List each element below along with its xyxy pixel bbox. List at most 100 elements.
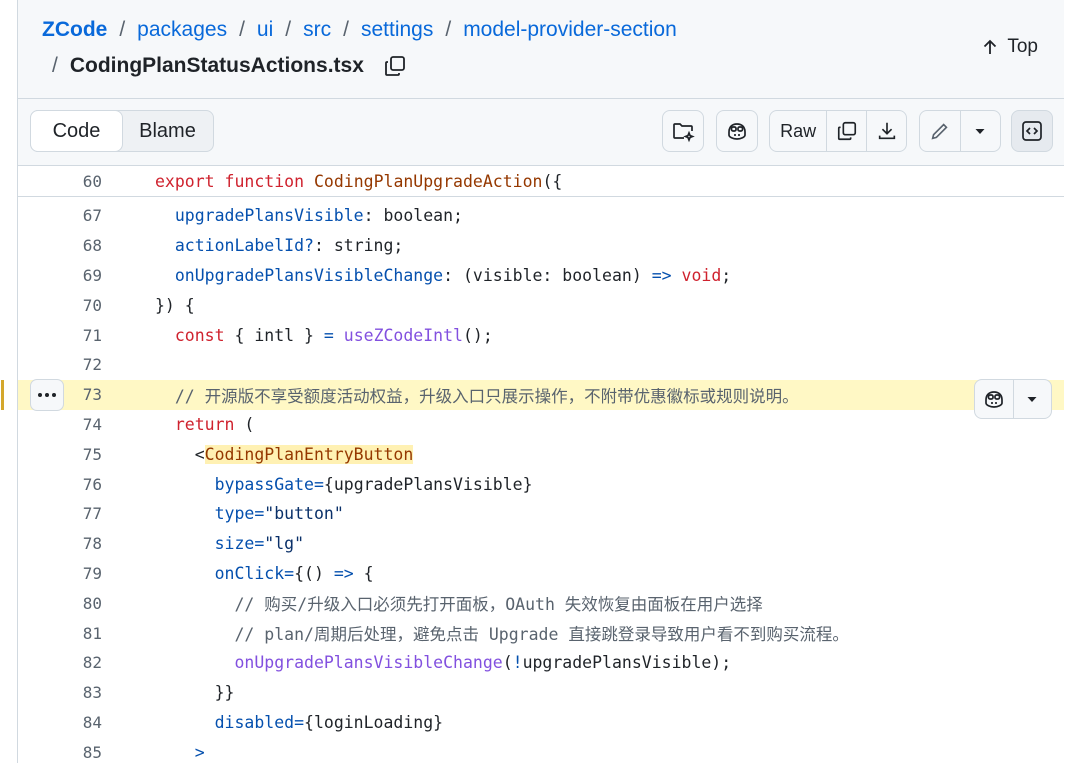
code-token: : boolean; xyxy=(363,206,463,226)
code-token: { intl } xyxy=(224,325,324,345)
code-text: disabled={loginLoading} xyxy=(155,712,444,732)
line-number[interactable]: 83 xyxy=(60,683,102,702)
code-token: > xyxy=(155,742,205,762)
code-token: {upgradePlansVisible} xyxy=(323,474,533,494)
code-token: {() xyxy=(294,563,334,583)
code-token: void xyxy=(671,265,722,285)
code-text: onUpgradePlansVisibleChange: (visible: b… xyxy=(155,266,731,285)
top-link-label: Top xyxy=(1007,36,1038,57)
line-number[interactable]: 60 xyxy=(60,172,102,191)
breadcrumb-separator: / xyxy=(52,54,58,77)
code-token: CodingPlanEntryButton xyxy=(204,444,414,464)
line-number[interactable]: 68 xyxy=(60,236,102,255)
breadcrumb-settings[interactable]: settings xyxy=(361,18,433,41)
line-number[interactable]: 82 xyxy=(60,653,102,672)
line-number[interactable]: 74 xyxy=(60,415,102,434)
copy-raw-button[interactable] xyxy=(827,111,868,151)
code-line: 78 size="lg" xyxy=(18,529,1064,559)
tab-blame[interactable]: Blame xyxy=(122,111,213,151)
raw-button-label: Raw xyxy=(780,120,817,141)
code-token: upgradePlansVisible xyxy=(155,206,364,226)
code-token: ( xyxy=(502,653,513,673)
code-token: // 开源版不享受额度活动权益，升级入口只展示操作，不附带优惠徽标或规则说明。 xyxy=(155,386,799,406)
code-line: 84 disabled={loginLoading} xyxy=(18,708,1064,738)
code-text: <CodingPlanEntryButton xyxy=(155,444,414,464)
code-line: 68 actionLabelId?: string; xyxy=(18,231,1064,261)
symbols-button[interactable] xyxy=(662,110,704,152)
kebab-horizontal-icon xyxy=(38,392,56,397)
breadcrumb: ZCode / packages / ui / src / settings / model-pro… xyxy=(42,16,677,44)
breadcrumb-src[interactable]: src xyxy=(303,18,331,41)
code-token: "lg" xyxy=(264,534,305,554)
raw-button[interactable]: Raw xyxy=(770,111,828,151)
line-number[interactable]: 81 xyxy=(60,624,102,643)
copy-path-button[interactable] xyxy=(382,53,408,79)
caret-down-icon xyxy=(975,129,985,134)
copilot-icon xyxy=(984,390,1003,408)
line-number[interactable]: 75 xyxy=(60,445,102,464)
breadcrumb-ui[interactable]: ui xyxy=(257,18,273,41)
code-token: ({ xyxy=(542,171,563,191)
line-number[interactable]: 69 xyxy=(60,266,102,285)
code-token: bypassGate xyxy=(155,474,314,494)
code-line: 77 type="button" xyxy=(18,499,1064,529)
line-number[interactable]: 78 xyxy=(60,534,102,553)
line-number[interactable]: 72 xyxy=(60,355,102,374)
edit-dropdown-button[interactable] xyxy=(961,111,1001,151)
code-token: disabled xyxy=(155,712,295,732)
breadcrumb-separator: / xyxy=(239,18,245,41)
breadcrumb-separator: / xyxy=(285,18,292,41)
code-text: // 开源版不享受额度活动权益，升级入口只展示操作，不附带优惠徽标或规则说明。 xyxy=(155,383,799,407)
code-token: return xyxy=(155,414,235,434)
code-token: ( xyxy=(234,414,255,434)
code-token: < xyxy=(155,444,205,464)
code-token: = xyxy=(323,325,334,345)
line-number[interactable]: 73 xyxy=(60,385,102,404)
code-line: 70 }) { xyxy=(18,290,1064,320)
symbols-panel-toggle[interactable] xyxy=(1011,110,1053,152)
code-token: onClick xyxy=(155,563,285,583)
code-token: "button" xyxy=(264,504,344,524)
line-number[interactable]: 76 xyxy=(60,475,102,494)
code-line: 75 <CodingPlanEntryButton xyxy=(18,439,1064,469)
code-line: 67 upgradePlansVisible: boolean; xyxy=(18,201,1064,231)
breadcrumb-repo[interactable]: ZCode xyxy=(42,18,107,41)
download-button[interactable] xyxy=(867,111,906,151)
line-number[interactable]: 85 xyxy=(60,743,102,762)
code-text: onClick={() => { xyxy=(155,564,374,583)
caret-down-icon xyxy=(1027,396,1037,402)
copilot-button[interactable] xyxy=(716,110,758,152)
breadcrumb-model-provider-section[interactable]: model-provider-section xyxy=(463,18,677,41)
tab-code[interactable]: Code xyxy=(30,110,123,152)
breadcrumb-packages[interactable]: packages xyxy=(137,18,227,41)
top-link[interactable]: Top xyxy=(981,36,1038,58)
code-token: function xyxy=(224,171,305,191)
pencil-icon xyxy=(931,123,948,140)
code-text: return ( xyxy=(155,414,255,434)
code-text: actionLabelId?: string; xyxy=(155,236,404,255)
code-line: 83 }} xyxy=(18,678,1064,708)
line-number[interactable]: 67 xyxy=(60,206,102,225)
code-token: export xyxy=(155,171,215,191)
code-token: }} xyxy=(155,683,235,703)
code-token: type xyxy=(155,504,255,524)
code-text: // 购买/升级入口必须先打开面板，OAuth 失效恢复由面板在用户选择 xyxy=(155,591,763,615)
line-number[interactable]: 70 xyxy=(60,296,102,315)
line-number[interactable]: 71 xyxy=(60,326,102,345)
line-options-button[interactable] xyxy=(30,378,64,411)
code-line: 81 // plan/周期后处理，避免点击 Upgrade 直接跳登录导致用户看… xyxy=(18,618,1064,648)
code-line: 71 const { intl } = useZCodeIntl(); xyxy=(18,320,1064,350)
line-number[interactable]: 84 xyxy=(60,713,102,732)
code-token: useZCodeIntl xyxy=(333,325,463,345)
line-number[interactable]: 79 xyxy=(60,564,102,583)
code-token: // 购买/升级入口必须先打开面板，OAuth 失效恢复由面板在用户选择 xyxy=(155,595,763,615)
code-token: => xyxy=(333,563,354,583)
line-number[interactable]: 77 xyxy=(60,504,102,523)
code-line: 74 return ( xyxy=(18,410,1064,440)
copy-icon xyxy=(384,56,405,76)
edit-button[interactable] xyxy=(920,111,961,151)
line-number[interactable]: 80 xyxy=(60,594,102,613)
file-name: CodingPlanStatusActions.tsx xyxy=(69,54,364,77)
code-line: 72 xyxy=(18,350,1064,380)
code-token: }) { xyxy=(155,295,195,315)
